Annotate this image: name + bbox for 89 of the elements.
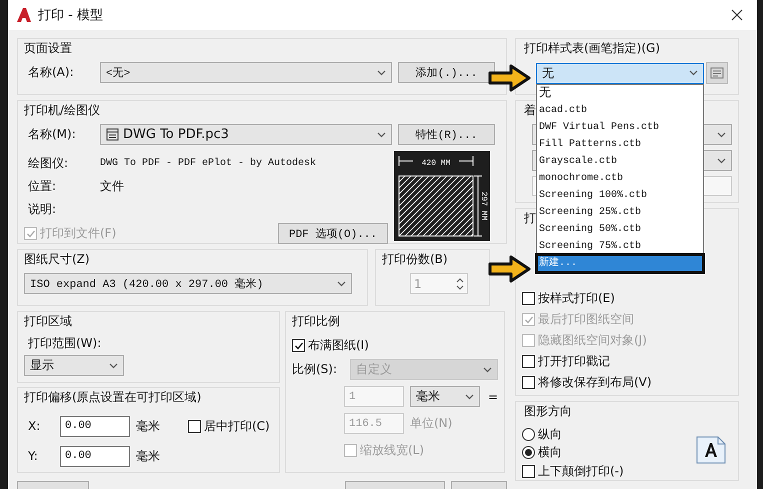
checkbox-label: 上下颠倒打印(-)	[538, 463, 624, 480]
button[interactable]: 添加(.)...	[398, 62, 495, 83]
list-option[interactable]: 新建...	[537, 254, 703, 272]
list-option[interactable]: DWF Virtual Pens.ctb	[537, 118, 703, 136]
field-label: 打印范围(W):	[27, 335, 102, 352]
dropdown[interactable]: <无>	[100, 62, 392, 83]
chevron-icon	[109, 362, 118, 368]
checkbox-label: 隐藏图纸空间对象(J)	[538, 332, 647, 349]
dimension-label: 420 MM	[422, 159, 450, 168]
info-value: 文件	[100, 178, 124, 195]
field-label: 名称(M):	[27, 126, 77, 143]
landscape-page-icon	[696, 436, 726, 464]
dropdown[interactable]: DWG To PDF.pc3	[100, 124, 392, 145]
checkbox[interactable]	[522, 376, 535, 389]
radio-label: 横向	[538, 444, 562, 460]
chevron-icon	[717, 132, 726, 138]
chevron-icon	[377, 70, 386, 76]
chevron-icon	[464, 394, 474, 400]
input-field[interactable]: 0.00	[60, 446, 130, 466]
chevron-icon	[337, 280, 346, 286]
chevron-icon	[483, 366, 492, 372]
list-option[interactable]: 无	[537, 84, 703, 102]
list-option[interactable]: Screening 25%.ctb	[537, 204, 703, 220]
group-title: 打印机/绘图仪	[24, 102, 100, 119]
group-title: 打印份数(B)	[382, 251, 448, 268]
group-title: 打印偏移(原点设置在可打印区域)	[24, 389, 202, 406]
unit-label: 毫米	[136, 418, 160, 434]
button[interactable]: 特性(R)...	[398, 124, 495, 145]
dropdown[interactable]: 毫米	[410, 386, 480, 407]
info-value: DWG To PDF - PDF ePlot - by Autodesk	[100, 158, 316, 169]
checkbox[interactable]	[522, 355, 535, 368]
spinner-arrows-icon	[456, 276, 464, 290]
input-field[interactable]: 0.00	[60, 416, 130, 436]
table-icon	[710, 66, 724, 80]
dropdown[interactable]: 无	[536, 62, 704, 84]
field-label: X:	[27, 419, 42, 433]
checkbox[interactable]	[188, 420, 201, 432]
chevron-icon	[689, 70, 698, 76]
group-title: 打印区域	[24, 313, 72, 330]
list-option[interactable]: Screening 100%.ctb	[537, 186, 703, 204]
radio-label: 纵向	[538, 426, 562, 442]
unit-label: 毫米	[136, 448, 160, 464]
checkbox-label: 打印到文件(F)	[40, 225, 116, 242]
button[interactable]: PDF 选项(O)...	[278, 223, 388, 244]
group-title: 打	[524, 210, 536, 227]
group-title: 图纸尺寸(Z)	[24, 251, 90, 268]
radio-button[interactable]	[522, 428, 535, 440]
checkbox-label: 打开打印戳记	[538, 353, 610, 370]
group-title: 页面设置	[24, 40, 72, 57]
dropdown[interactable]: ISO expand A3 (420.00 x 297.00 毫米)	[24, 273, 352, 294]
radio-button[interactable]	[522, 446, 535, 458]
field-label: 名称(A):	[27, 64, 75, 81]
chevron-icon	[717, 158, 726, 164]
checkbox-label: 按样式打印(E)	[538, 290, 615, 307]
annotation-arrow	[487, 63, 532, 93]
checkbox[interactable]	[522, 292, 535, 305]
list-option[interactable]: Screening 50%.ctb	[537, 220, 703, 238]
equals-sign: =	[488, 390, 498, 404]
checkbox-label: 缩放线宽(L)	[360, 442, 424, 459]
edit-button[interactable]	[706, 62, 728, 84]
checkbox-label: 将修改保存到布局(V)	[538, 374, 652, 391]
list-option[interactable]: Screening 75%.ctb	[537, 238, 703, 254]
checkbox-label: 最后打印图纸空间	[538, 311, 634, 328]
checkbox[interactable]	[292, 339, 305, 352]
group-title: 打印样式表(画笔指定)(G)	[524, 40, 660, 57]
dropdown[interactable]: 显示	[24, 355, 124, 376]
dimension-label: 297 MM	[479, 192, 488, 220]
group-title: 图形方向	[524, 403, 572, 420]
close-icon	[731, 9, 743, 21]
info-label: 位置:	[27, 178, 58, 195]
plotter-icon	[106, 128, 119, 141]
checkbox-label: 居中打印(C)	[204, 418, 270, 434]
chevron-icon	[377, 132, 386, 138]
field-label: Y:	[27, 449, 39, 463]
list-option[interactable]: Fill Patterns.ctb	[537, 136, 703, 152]
info-label: 绘图仪:	[27, 155, 70, 172]
checkbox[interactable]	[522, 465, 535, 478]
list-option[interactable]: monochrome.ctb	[537, 170, 703, 186]
annotation-arrow	[487, 254, 532, 284]
app-icon	[16, 7, 32, 23]
unit-label: 单位(N)	[410, 415, 452, 432]
info-label: 说明:	[27, 201, 58, 218]
field-label: 比例(S):	[292, 361, 338, 378]
group-title: 着	[524, 102, 536, 119]
group-title: 打印比例	[292, 313, 340, 330]
list-option[interactable]: acad.ctb	[537, 102, 703, 118]
list-option[interactable]: Grayscale.ctb	[537, 152, 703, 170]
checkbox-label: 布满图纸(I)	[308, 337, 369, 354]
window-title: 打印 - 模型	[38, 7, 104, 24]
